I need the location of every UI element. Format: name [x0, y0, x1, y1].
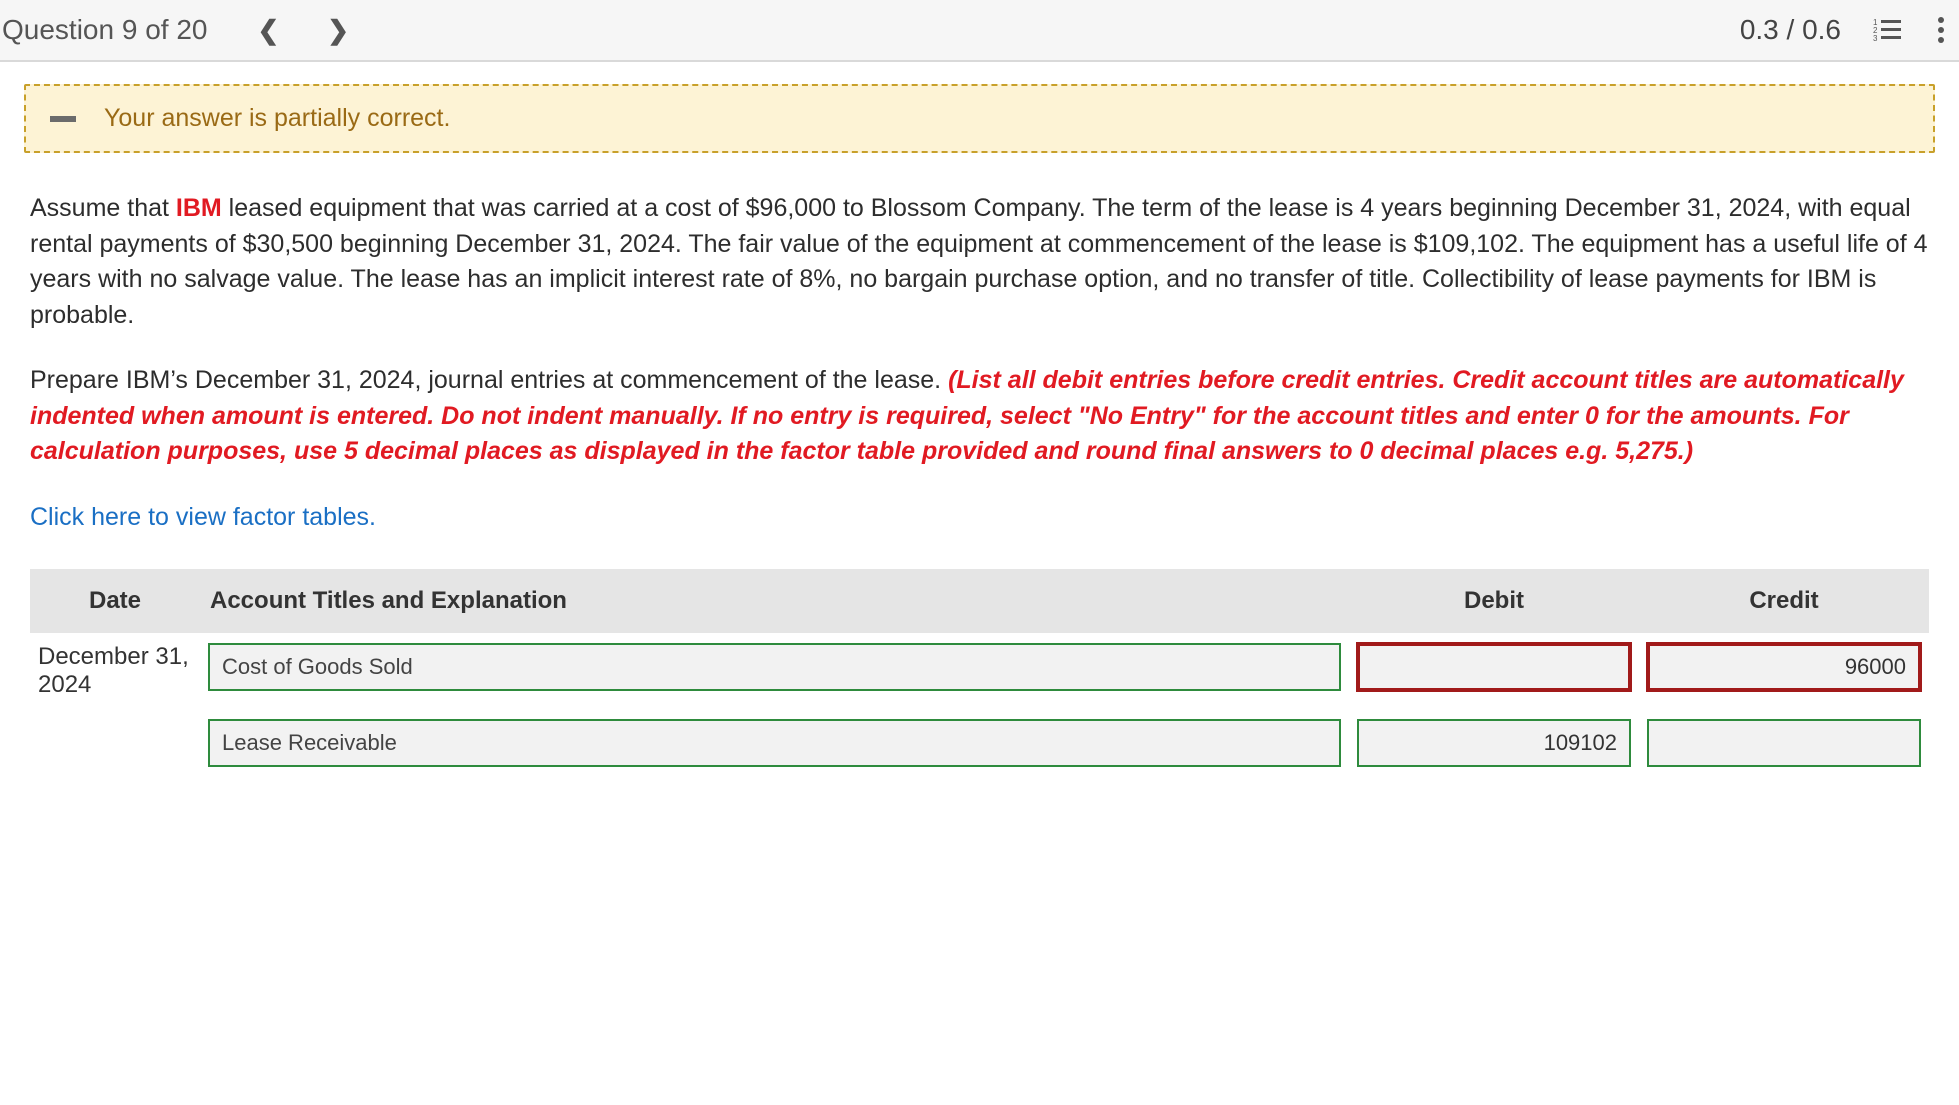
- credit-input[interactable]: [1647, 719, 1921, 767]
- question-body: Assume that IBM leased equipment that wa…: [24, 153, 1935, 535]
- feedback-alert: Your answer is partially correct.: [24, 84, 1935, 153]
- credit-input[interactable]: [1647, 643, 1921, 691]
- date-cell: [30, 709, 200, 777]
- col-header-acct: Account Titles and Explanation: [200, 569, 1349, 633]
- account-title-input[interactable]: [208, 643, 1341, 691]
- feedback-text: Your answer is partially correct.: [104, 104, 450, 133]
- debit-input[interactable]: [1357, 643, 1631, 691]
- company-highlight: IBM: [176, 194, 222, 222]
- question-paragraph-2: Prepare IBM’s December 31, 2024, journal…: [30, 363, 1929, 470]
- debit-input[interactable]: [1357, 719, 1631, 767]
- header-left: Question 9 of 20 ❮ ❯: [0, 11, 357, 50]
- question-paragraph-1: Assume that IBM leased equipment that wa…: [30, 191, 1929, 333]
- table-row: December 31, 2024: [30, 633, 1929, 709]
- score-display: 0.3 / 0.6: [1740, 14, 1841, 46]
- journal-entry-area: Date Account Titles and Explanation Debi…: [24, 569, 1935, 777]
- col-header-date: Date: [30, 569, 200, 633]
- date-cell: December 31, 2024: [30, 633, 200, 709]
- col-header-credit: Credit: [1639, 569, 1929, 633]
- account-title-input[interactable]: [208, 719, 1341, 767]
- nav-arrows: ❮ ❯: [249, 11, 357, 50]
- question-header: Question 9 of 20 ❮ ❯ 0.3 / 0.6 1 2 3: [0, 0, 1959, 62]
- col-header-debit: Debit: [1349, 569, 1639, 633]
- question-text: Assume that: [30, 194, 176, 222]
- table-header-row: Date Account Titles and Explanation Debi…: [30, 569, 1929, 633]
- more-options-icon[interactable]: [1933, 12, 1949, 48]
- factor-tables-link[interactable]: Click here to view factor tables.: [30, 503, 376, 531]
- next-question-button[interactable]: ❯: [319, 11, 357, 50]
- question-text: Prepare IBM’s December 31, 2024, journal…: [30, 366, 948, 394]
- prev-question-button[interactable]: ❮: [249, 11, 287, 50]
- minus-icon: [50, 116, 76, 122]
- question-counter: Question 9 of 20: [0, 14, 207, 46]
- journal-table: Date Account Titles and Explanation Debi…: [30, 569, 1929, 777]
- header-right: 0.3 / 0.6 1 2 3: [1740, 12, 1949, 48]
- content-area: Your answer is partially correct. Assume…: [0, 62, 1959, 777]
- table-row: [30, 709, 1929, 777]
- question-list-icon[interactable]: 1 2 3: [1869, 14, 1905, 46]
- svg-text:3: 3: [1873, 34, 1878, 42]
- question-text: leased equipment that was carried at a c…: [30, 194, 1928, 329]
